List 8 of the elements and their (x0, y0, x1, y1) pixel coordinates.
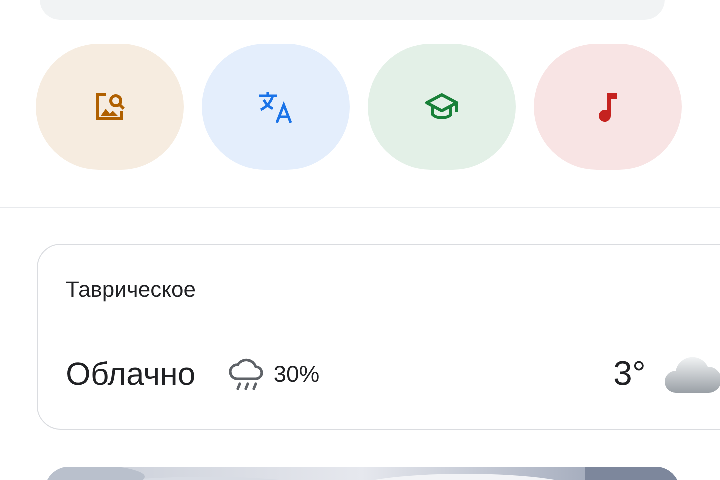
temperature-label: 3° (613, 355, 646, 394)
precipitation-label: 30% (274, 361, 320, 388)
weather-card[interactable]: Таврическое Облачно 30% 3° (37, 244, 720, 430)
cloud-icon (664, 356, 720, 394)
location-label: Таврическое (66, 277, 197, 303)
rain-cloud-icon (228, 356, 266, 392)
condition-label: Облачно (66, 356, 196, 393)
music-note-icon (597, 91, 619, 123)
